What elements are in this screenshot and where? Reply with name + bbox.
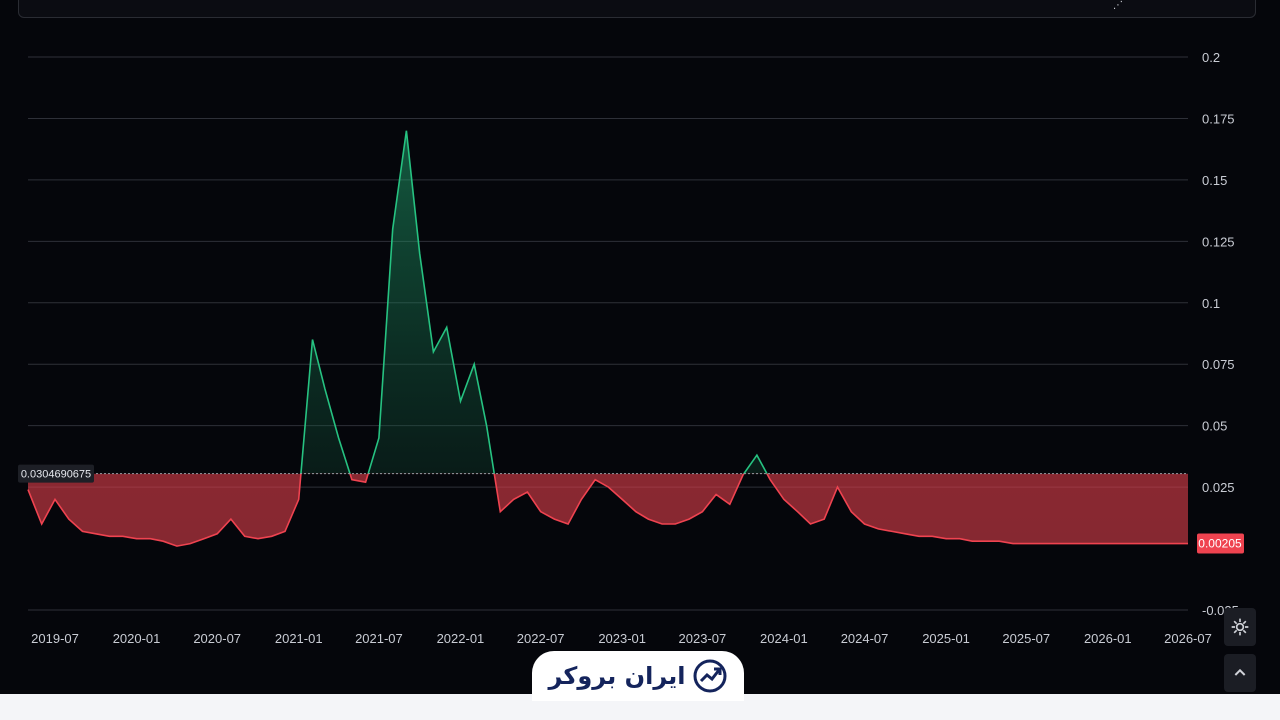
x-tick-label: 2021-07 — [355, 631, 403, 646]
y-tick-label: 0.05 — [1202, 419, 1227, 434]
area-series — [27, 130, 1188, 547]
x-axis: 2019-07 2020-01 2020-07 2021-01 2021-07 2022-… — [31, 631, 1212, 646]
x-tick-label: 2023-07 — [679, 631, 727, 646]
x-tick-label: 2026-07 — [1164, 631, 1212, 646]
x-tick-label: 2021-01 — [275, 631, 323, 646]
y-axis: 0.20.1750.150.1250.10.0750.050.025-0.025 — [1202, 50, 1239, 618]
chart-screen: ⋰ 0.2 0.175 0.15 0.125 0.1 0.075 0.05 0.025 -0.0… — [0, 0, 1280, 720]
baseline-label: 0.0304690675 — [21, 469, 91, 481]
x-tick-label: 2026-01 — [1084, 631, 1132, 646]
x-tick-label: 2023-01 — [598, 631, 646, 646]
y-tick-label: 0.025 — [1202, 480, 1235, 495]
y-tick-label: 0.15 — [1202, 173, 1227, 188]
price-chart: 0.20.1750.150.1250.10.0750.050.025-0.025… — [18, 50, 1244, 646]
y-tick-label: 0.1 — [1202, 296, 1220, 311]
brand-badge: ایران بروکر — [532, 651, 744, 701]
x-tick-label: 2020-07 — [193, 631, 241, 646]
x-tick-label: 2022-07 — [517, 631, 565, 646]
x-tick-label: 2024-01 — [760, 631, 808, 646]
y-tick-label: 0.2 — [1202, 50, 1220, 65]
trend-up-icon — [693, 659, 727, 693]
x-tick-label: 2025-07 — [1002, 631, 1050, 646]
x-tick-label: 2024-07 — [841, 631, 889, 646]
x-tick-label: 2022-01 — [437, 631, 485, 646]
scroll-up-button[interactable] — [1224, 654, 1256, 692]
last-price-label: 0.00205 — [1198, 537, 1242, 551]
x-tick-label: 2020-01 — [113, 631, 161, 646]
y-tick-label: 0.075 — [1202, 357, 1235, 372]
brand-name: ایران بروکر — [548, 662, 686, 690]
y-tick-label: 0.125 — [1202, 234, 1235, 249]
y-tick-label: 0.175 — [1202, 111, 1235, 126]
x-tick-label: 2025-01 — [922, 631, 970, 646]
x-tick-label: 2019-07 — [31, 631, 79, 646]
chart-settings-button[interactable] — [1224, 608, 1256, 646]
gear-icon — [1231, 618, 1249, 636]
chevron-up-icon — [1234, 668, 1246, 676]
area-fill-below — [28, 473, 1188, 547]
